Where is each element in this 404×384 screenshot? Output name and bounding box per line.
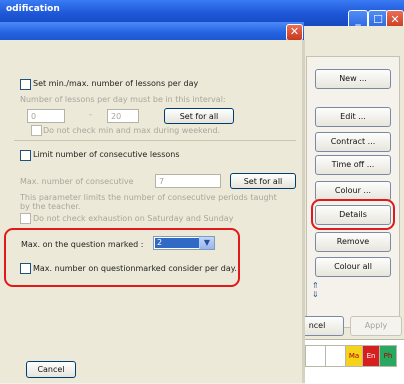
consecutive-lessons-label: Limit number of consecutive lessons xyxy=(33,150,180,159)
apply-button[interactable]: Apply xyxy=(350,316,402,336)
consecutive-lessons-checkbox[interactable] xyxy=(20,150,31,161)
grid-cell-ph[interactable]: Ph xyxy=(379,345,397,367)
colour-all-button[interactable]: Colour all xyxy=(315,257,391,277)
dialog-border xyxy=(302,40,305,383)
interval-dash: - xyxy=(89,110,92,119)
edit-button[interactable]: Edit ... xyxy=(315,107,391,127)
dialog-close-icon[interactable]: ✕ xyxy=(286,24,303,41)
min-lessons-field[interactable]: 0 xyxy=(27,109,65,123)
set-for-all-consecutive-button[interactable]: Set for all xyxy=(230,173,296,189)
set-for-all-lessons-button[interactable]: Set for all xyxy=(164,108,234,124)
dialog-cancel-button[interactable]: Cancel xyxy=(26,361,76,378)
weekend-checkbox[interactable] xyxy=(31,125,42,136)
highlight-details-button xyxy=(311,199,395,230)
min-max-lessons-checkbox[interactable] xyxy=(20,79,31,90)
time-off-button[interactable]: Time off ... xyxy=(315,155,391,175)
grid-cell xyxy=(305,345,327,367)
max-consecutive-label: Max. number of consecutive xyxy=(20,177,134,186)
weekend-label: Do not check min and max during weekend. xyxy=(43,126,221,135)
exhaustion-label: Do not check exhaustion on Saturday and … xyxy=(33,214,234,223)
remove-button[interactable]: Remove xyxy=(315,232,391,252)
dialog-title-bar xyxy=(0,22,304,40)
parent-title: odification xyxy=(6,4,60,14)
grid-cell xyxy=(325,345,347,367)
highlight-question-section xyxy=(4,228,240,287)
dialog-body xyxy=(0,40,304,383)
interval-note: Number of lessons per day must be in thi… xyxy=(20,95,226,104)
consecutive-note: This parameter limits the number of cons… xyxy=(20,193,277,211)
min-max-lessons-label: Set min./max. number of lessons per day xyxy=(33,79,199,88)
move-arrows-icon[interactable]: ⇑ ⇓ xyxy=(312,281,319,299)
grid-cell-en[interactable]: En xyxy=(362,345,380,367)
max-consecutive-field[interactable]: 7 xyxy=(155,174,221,188)
new-button[interactable]: New ... xyxy=(315,69,391,89)
contract-button[interactable]: Contract ... xyxy=(315,132,391,152)
grid-cell-ma[interactable]: Ma xyxy=(345,345,363,367)
section-divider xyxy=(14,140,296,141)
colour-button[interactable]: Colour ... xyxy=(315,181,391,201)
max-lessons-field[interactable]: 20 xyxy=(107,109,139,123)
exhaustion-checkbox[interactable] xyxy=(20,213,31,224)
